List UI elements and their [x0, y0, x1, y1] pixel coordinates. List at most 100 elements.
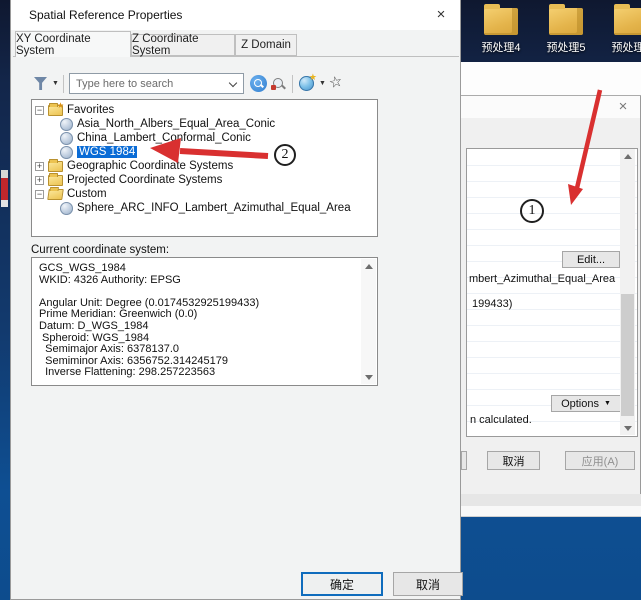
- globe-icon[interactable]: ★: [299, 76, 314, 91]
- close-icon[interactable]: ×: [612, 96, 634, 118]
- collapse-icon[interactable]: −: [35, 190, 44, 199]
- tab-z-domain[interactable]: Z Domain: [235, 34, 297, 56]
- search-placeholder: Type here to search: [76, 78, 173, 90]
- star-icon: ★: [57, 101, 64, 110]
- collapse-icon[interactable]: −: [35, 106, 44, 115]
- tree-item-label: Custom: [67, 188, 107, 200]
- cancel-button[interactable]: 取消: [393, 572, 463, 596]
- dialog-titlebar: Spatial Reference Properties ×: [11, 0, 460, 30]
- tree-item-label: China_Lambert_Conformal_Conic: [77, 132, 251, 144]
- folder-icon: [484, 8, 518, 35]
- tree-item-label: Sphere_ARC_INFO_Lambert_Azimuthal_Equal_…: [77, 202, 351, 214]
- spatial-reference-dialog: Spatial Reference Properties × XY Coordi…: [10, 0, 461, 600]
- folder-icon: [48, 161, 63, 172]
- globe-icon: [60, 202, 73, 215]
- window-bottom-strip: [461, 506, 641, 517]
- row-separator: [467, 373, 637, 374]
- desktop-folder-icon[interactable]: 预处理6: [602, 8, 641, 55]
- background-cancel-button[interactable]: 取消: [487, 451, 540, 470]
- tree-item-label: Geographic Coordinate Systems: [67, 160, 233, 172]
- partial-text-calculated: n calculated.: [470, 414, 532, 426]
- background-window-edge: [461, 62, 641, 96]
- background-dialog-titlebar: ×: [461, 96, 640, 118]
- expand-icon[interactable]: +: [35, 162, 44, 171]
- row-separator: [467, 389, 637, 390]
- expand-icon[interactable]: +: [35, 176, 44, 185]
- row-separator: [467, 197, 637, 198]
- row-separator: [467, 213, 637, 214]
- globe-icon: [60, 146, 73, 159]
- chevron-down-icon[interactable]: ▼: [52, 80, 59, 87]
- toolbar-separator: [63, 75, 64, 93]
- search-icon[interactable]: [250, 75, 267, 92]
- tree-item-favorites[interactable]: −★Favorites: [32, 103, 377, 117]
- edit-button[interactable]: Edit...: [562, 251, 620, 268]
- background-apply-button[interactable]: 应用(A): [565, 451, 635, 470]
- scrollbar[interactable]: [620, 149, 635, 435]
- tree-item-label: Projected Coordinate Systems: [67, 174, 222, 186]
- tree-item-wgs-1984[interactable]: WGS 1984: [32, 145, 377, 159]
- background-fragment: [1, 178, 8, 200]
- globe-icon: [60, 118, 73, 131]
- sparkle-icon: ★: [309, 72, 317, 83]
- row-separator: [467, 245, 637, 246]
- background-ok-button-sliver[interactable]: [461, 451, 467, 470]
- partial-text-number: 199433): [472, 298, 512, 310]
- globe-icon: [60, 132, 73, 145]
- scroll-down-icon[interactable]: [620, 421, 635, 435]
- desktop-icon-label: 预处理4: [472, 39, 530, 55]
- desktop-folder-icon[interactable]: 预处理4: [472, 8, 530, 55]
- current-cs-panel[interactable]: GCS_WGS_1984 WKID: 4326 Authority: EPSG …: [31, 257, 378, 386]
- current-cs-text: GCS_WGS_1984 WKID: 4326 Authority: EPSG …: [39, 263, 259, 379]
- tree-item-sphere-arc-info-lambert-azimuthal-equal-[interactable]: Sphere_ARC_INFO_Lambert_Azimuthal_Equal_…: [32, 201, 377, 215]
- tree-item-label: WGS 1984: [77, 146, 137, 158]
- tree-item-projected-coordinate-systems[interactable]: + Projected Coordinate Systems: [32, 173, 377, 187]
- scroll-up-icon[interactable]: [620, 149, 635, 163]
- search-input[interactable]: Type here to search: [69, 73, 244, 94]
- ok-button[interactable]: 确定: [301, 572, 383, 596]
- row-separator: [467, 181, 637, 182]
- background-fragment: [1, 170, 8, 178]
- desktop-screen: 预处理4 预处理5 预处理6 × Edit... mbert_Azimuthal_E…: [0, 0, 641, 600]
- chevron-down-icon[interactable]: [229, 79, 237, 87]
- row-separator: [467, 341, 637, 342]
- desktop-icon-label: 预处理5: [537, 39, 595, 55]
- folder-icon: [47, 189, 64, 200]
- background-dialog: × Edit... mbert_Azimuthal_Equal_Area 199…: [461, 96, 641, 494]
- close-icon[interactable]: ×: [430, 4, 452, 26]
- clear-search-icon[interactable]: [271, 76, 287, 92]
- desktop-folder-icon[interactable]: 预处理5: [537, 8, 595, 55]
- filter-icon[interactable]: [34, 77, 47, 90]
- current-cs-label: Current coordinate system:: [31, 244, 169, 256]
- tree-item-asia-north-albers-equal-area-conic[interactable]: Asia_North_Albers_Equal_Area_Conic: [32, 117, 377, 131]
- red-dot: [271, 85, 276, 90]
- scroll-thumb[interactable]: [621, 294, 634, 416]
- tab-xy-coordinate-system[interactable]: XY Coordinate System: [15, 31, 131, 57]
- row-separator: [467, 357, 637, 358]
- scrollbar[interactable]: [361, 259, 376, 384]
- options-button[interactable]: Options ▼: [551, 395, 621, 412]
- chevron-down-icon[interactable]: ▼: [319, 80, 326, 87]
- tree-item-custom[interactable]: − Custom: [32, 187, 377, 201]
- folder-icon: ★: [48, 105, 63, 116]
- tree-item-china-lambert-conformal-conic[interactable]: China_Lambert_Conformal_Conic: [32, 131, 377, 145]
- coordinate-system-tree: −★FavoritesAsia_North_Albers_Equal_Area_…: [31, 99, 378, 237]
- row-separator: [467, 165, 637, 166]
- tree-item-geographic-coordinate-systems[interactable]: + Geographic Coordinate Systems: [32, 159, 377, 173]
- chevron-down-icon: ▼: [604, 400, 611, 407]
- tab-z-coordinate-system[interactable]: Z Coordinate System: [131, 34, 235, 56]
- desktop-icon-label: 预处理6: [602, 39, 641, 55]
- background-fragment: [1, 200, 8, 207]
- add-to-favorites-icon[interactable]: ☆: [327, 72, 344, 92]
- row-separator: [467, 229, 637, 230]
- toolbar-separator: [292, 75, 293, 93]
- tree-item-label: Asia_North_Albers_Equal_Area_Conic: [77, 118, 275, 130]
- window-bottom-strip: [461, 494, 641, 506]
- tree-item-label: Favorites: [67, 104, 114, 116]
- folder-icon: [549, 8, 583, 35]
- scroll-down-icon[interactable]: [361, 370, 376, 384]
- partial-text-lambert: mbert_Azimuthal_Equal_Area: [469, 273, 615, 285]
- options-label: Options: [561, 398, 599, 410]
- scroll-up-icon[interactable]: [361, 259, 376, 273]
- folder-icon: [614, 8, 641, 35]
